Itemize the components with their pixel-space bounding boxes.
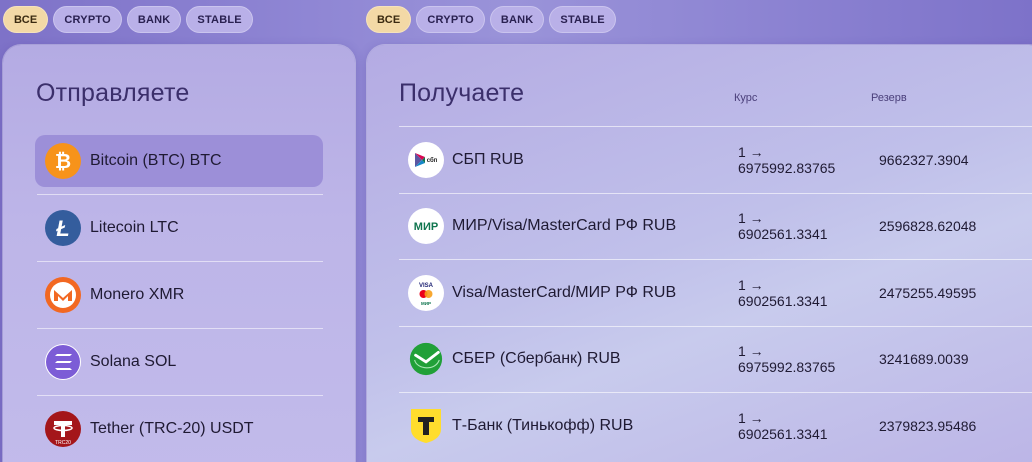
table-row[interactable]: VISA МИР Visa/MasterCard/МИР РФ RUB 1 → 6…: [399, 259, 1032, 326]
litecoin-icon: Ł: [45, 210, 81, 246]
row-rate: 1 → 6902561.3341: [738, 276, 828, 309]
filter-stable-receive[interactable]: STABLE: [549, 6, 616, 33]
table-row[interactable]: сбп СБП RUB 1 → 6975992.83765 9662327.390…: [399, 126, 1032, 193]
table-row[interactable]: МИР МИР/Visa/MasterCard РФ RUB 1 → 690256…: [399, 192, 1032, 260]
filter-bank-receive[interactable]: BANK: [489, 6, 545, 33]
tether-icon: TRC20: [45, 411, 81, 447]
mir-icon-text: МИР: [414, 221, 438, 233]
filter-crypto-receive[interactable]: CRYPTO: [416, 6, 485, 33]
row-rate: 1 → 6902561.3341: [738, 409, 828, 442]
sber-icon: [408, 341, 444, 377]
visa-mastercard-icon: VISA МИР: [408, 274, 444, 311]
svg-text:Ł: Ł: [55, 216, 69, 241]
filter-crypto-send[interactable]: CRYPTO: [53, 6, 122, 33]
row-currency-name: Visa/MasterCard/МИР РФ RUB: [452, 283, 677, 301]
row-currency-name: СБП RUB: [452, 150, 524, 168]
send-filter-chips: ВСЕ CRYPTO BANK STABLE: [3, 6, 253, 33]
send-item-label: Monero XMR: [90, 286, 185, 303]
row-reserve: 3241689.0039: [879, 351, 969, 368]
send-item-label: Bitcoin (BTC) BTC: [90, 152, 222, 169]
filter-bank-send[interactable]: BANK: [126, 6, 182, 33]
send-item-solana[interactable]: Solana SOL: [35, 336, 323, 396]
filter-all-receive[interactable]: ВСЕ: [366, 6, 412, 33]
tbank-icon: [408, 408, 444, 444]
receive-filter-chips: ВСЕ CRYPTO BANK STABLE: [366, 6, 616, 33]
reserve-column-header: Резерв: [871, 92, 907, 104]
send-item-label: Tether (TRC-20) USDT: [90, 420, 254, 437]
filter-all-send[interactable]: ВСЕ: [3, 6, 49, 33]
send-item-bitcoin[interactable]: ₿ Bitcoin (BTC) BTC: [35, 135, 323, 195]
row-reserve: 2596828.62048: [879, 218, 977, 235]
mir-small-icon-text: МИР: [421, 301, 431, 306]
row-reserve: 9662327.3904: [879, 151, 969, 168]
table-row[interactable]: СБЕР (Сбербанк) RUB 1 → 6975992.83765 324…: [399, 325, 1032, 393]
sbp-icon: сбп: [408, 141, 444, 178]
send-item-monero[interactable]: Monero XMR: [35, 269, 323, 329]
row-rate: 1 → 6902561.3341: [738, 210, 828, 243]
rate-column-header: Курс: [734, 92, 758, 104]
row-currency-name: Т-Банк (Тинькофф) RUB: [452, 416, 634, 434]
filter-stable-send[interactable]: STABLE: [186, 6, 253, 33]
sbp-icon-text: сбп: [427, 157, 438, 164]
row-reserve: 2475255.49595: [879, 284, 977, 301]
bitcoin-icon: ₿: [45, 143, 81, 179]
row-rate: 1 → 6975992.83765: [738, 143, 836, 176]
row-currency-name: МИР/Visa/MasterCard РФ RUB: [452, 217, 677, 235]
send-item-tether[interactable]: TRC20 Tether (TRC-20) USDT: [35, 403, 323, 455]
tether-icon-text: TRC20: [55, 440, 71, 446]
row-reserve: 2379823.95486: [879, 417, 977, 434]
receive-table: сбп СБП RUB 1 → 6975992.83765 9662327.390…: [399, 126, 1032, 459]
mir-icon: МИР: [408, 208, 444, 245]
send-title: Отправляете: [36, 79, 190, 107]
send-item-litecoin[interactable]: Ł Litecoin LTC: [35, 202, 323, 262]
svg-text:₿: ₿: [55, 151, 71, 173]
table-row[interactable]: Т-Банк (Тинькофф) RUB 1 → 6902561.3341 23…: [399, 392, 1032, 459]
row-currency-name: СБЕР (Сбербанк) RUB: [452, 350, 621, 368]
send-item-label: Solana SOL: [90, 353, 177, 370]
row-rate: 1 → 6975992.83765: [738, 343, 836, 376]
monero-icon: [45, 277, 81, 313]
solana-icon: [45, 344, 81, 380]
send-panel: Отправляете ₿ Bitcoin (BTC) BTC Ł Liteco…: [3, 45, 355, 462]
visa-icon-text: VISA: [419, 283, 434, 289]
send-item-label: Litecoin LTC: [90, 219, 179, 236]
receive-title: Получаете: [399, 79, 525, 107]
send-list: ₿ Bitcoin (BTC) BTC Ł Litecoin LTC Moner…: [35, 135, 323, 462]
